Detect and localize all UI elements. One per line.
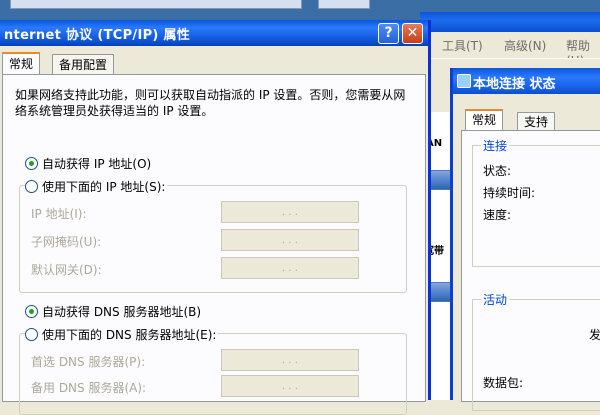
- packets-label: 数据包:: [483, 376, 524, 390]
- menu-advanced[interactable]: 高级(N): [504, 37, 546, 54]
- dns-auto-radio[interactable]: 自动获得 DNS 服务器地址(B): [25, 303, 201, 320]
- activity-group: 活动 发 数据包:: [472, 291, 600, 411]
- dns-manual-radio[interactable]: 使用下面的 DNS 服务器地址(E):: [25, 326, 219, 343]
- radio-unselected-icon: [25, 180, 38, 193]
- subnet-mask-input[interactable]: . . .: [221, 229, 359, 251]
- network-icon: [457, 74, 471, 88]
- ip-address-input[interactable]: . . .: [221, 201, 359, 223]
- network-connection-icon[interactable]: [430, 170, 452, 190]
- connection-group: 连接 状态: 持续时间: 速度:: [472, 137, 600, 267]
- help-button[interactable]: ?: [378, 23, 399, 44]
- close-button[interactable]: ✕: [402, 23, 423, 44]
- alternate-dns-input[interactable]: . . .: [221, 375, 359, 397]
- ip-address-label: IP 地址(I):: [31, 207, 87, 221]
- status-titlebar: 本地连接 状态: [453, 68, 600, 94]
- duration-field: 持续时间:: [483, 186, 536, 200]
- subnet-mask-label: 子网掩码(U):: [31, 235, 102, 249]
- local-connection-status-dialog: 本地连接 状态 常规 支持 连接 状态: 持续时间: 速度: 活动 发 数据包:: [450, 68, 600, 411]
- tcpip-properties-dialog: nternet 协议 (TCP/IP) 属性 ? ✕ 常规 备用配置 如果网络支…: [0, 20, 431, 415]
- sent-label: 发: [589, 328, 600, 342]
- tab-general[interactable]: 常规: [2, 52, 41, 76]
- menu-tools[interactable]: 工具(T): [442, 37, 483, 54]
- gateway-label: 默认网关(D):: [31, 263, 102, 277]
- preferred-dns-input[interactable]: . . .: [221, 349, 359, 371]
- activity-group-title: 活动: [481, 291, 510, 308]
- radio-selected-icon: [25, 157, 38, 170]
- status-panel: 连接 状态: 持续时间: 速度: 活动 发 数据包:: [461, 130, 600, 411]
- ip-manual-radio[interactable]: 使用下面的 IP 地址(S):: [25, 178, 168, 195]
- status-tab-support[interactable]: 支持: [517, 112, 556, 131]
- network-connection-icon[interactable]: [430, 282, 452, 302]
- radio-selected-icon: [25, 305, 38, 318]
- explorer-titlebar: [420, 12, 600, 32]
- status-title: 本地连接 状态: [473, 77, 556, 92]
- ip-manual-label: 使用下面的 IP 地址(S):: [42, 180, 166, 194]
- tab-alternate-config[interactable]: 备用配置: [52, 54, 115, 75]
- description-text: 如果网络支持此功能，则可以获取自动指派的 IP 设置。否则，您需要从网络系统管理…: [15, 88, 406, 118]
- connection-group-title: 连接: [481, 137, 510, 154]
- general-panel: 如果网络支持此功能，则可以获取自动指派的 IP 设置。否则，您需要从网络系统管理…: [2, 74, 426, 415]
- explorer-menubar: 工具(T) 高级(N) 帮助(H): [420, 34, 600, 68]
- dns-auto-label: 自动获得 DNS 服务器地址(B): [42, 305, 202, 319]
- status-field: 状态:: [483, 164, 512, 178]
- radio-unselected-icon: [25, 328, 38, 341]
- dns-manual-label: 使用下面的 DNS 服务器地址(E):: [42, 328, 217, 342]
- dialog-titlebar: nternet 协议 (TCP/IP) 属性 ? ✕: [0, 20, 428, 46]
- preferred-dns-label: 首选 DNS 服务器(P):: [31, 355, 146, 369]
- background-window-edge: [318, 0, 370, 9]
- alternate-dns-label: 备用 DNS 服务器(A):: [31, 381, 147, 395]
- ip-auto-radio[interactable]: 自动获得 IP 地址(O): [25, 155, 151, 172]
- background-window-edge: [10, 0, 302, 9]
- dialog-title: nternet 协议 (TCP/IP) 属性: [4, 28, 191, 43]
- speed-field: 速度:: [483, 208, 512, 222]
- ip-auto-label: 自动获得 IP 地址(O): [42, 157, 152, 171]
- dns-manual-group: [19, 333, 407, 415]
- gateway-input[interactable]: . . .: [221, 257, 359, 279]
